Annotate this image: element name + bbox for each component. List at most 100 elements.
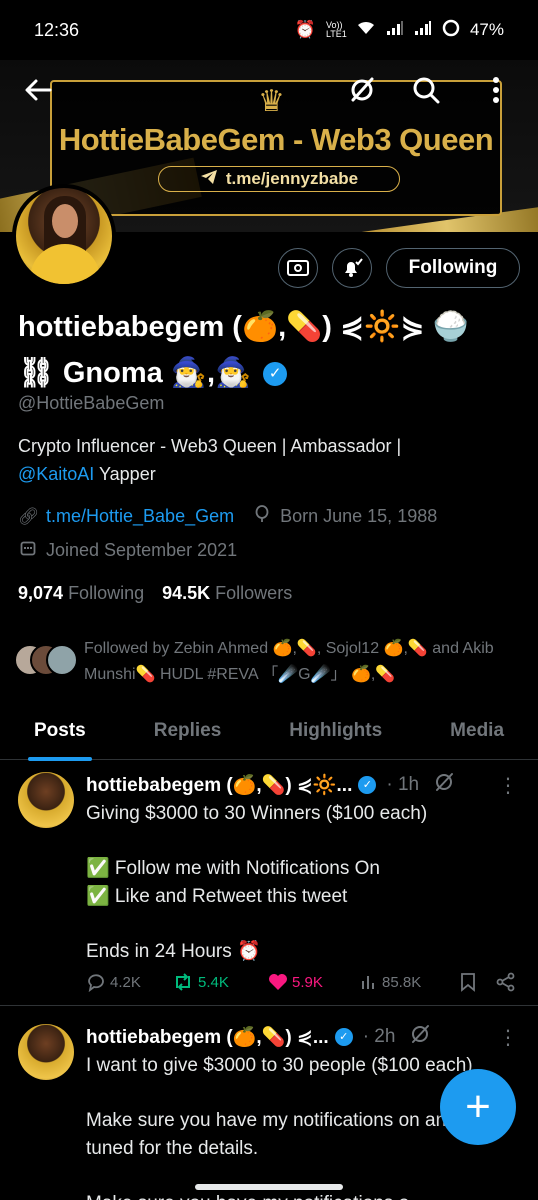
profile-tabs: Posts Replies Highlights Media xyxy=(0,708,538,760)
follow-counts: 9,074 Following 94.5K Followers xyxy=(18,583,292,604)
following-count: 9,074 xyxy=(18,583,64,603)
views-count: 85.8K xyxy=(382,973,422,991)
banner-telegram-pill: t.me/jennyzbabe xyxy=(158,166,400,192)
profile-link[interactable]: t.me/Hottie_Babe_Gem xyxy=(46,506,234,527)
signal-icon xyxy=(386,20,404,41)
tab-replies[interactable]: Replies xyxy=(120,708,256,759)
profile-born: Born June 15, 1988 xyxy=(280,506,438,526)
reply-button[interactable]: 4.2K xyxy=(86,972,172,992)
alarm-icon: ⏰ xyxy=(294,20,316,39)
battery-percent: 47% xyxy=(469,20,504,39)
avatar xyxy=(46,644,78,676)
telegram-icon xyxy=(200,169,218,190)
tweet-header: hottiebabegem (🍊,💊) ⋞🔆... ✓ · 1h ⋮ xyxy=(86,770,526,800)
following-button[interactable]: Following xyxy=(386,248,520,288)
bio-mention-link[interactable]: @KaitoAI xyxy=(18,464,94,484)
tweet-author-name[interactable]: hottiebabegem (🍊,💊) ⋞... xyxy=(86,1025,329,1049)
bell-check-icon xyxy=(345,258,363,277)
tweet-text: Giving $3000 to 30 Winners ($100 each) ✅… xyxy=(86,803,428,962)
heart-icon xyxy=(269,974,287,990)
followers-label: Followers xyxy=(215,583,293,603)
profile-joined: Joined September 2021 xyxy=(46,540,238,560)
profile-avatar[interactable] xyxy=(12,184,116,288)
followers-count: 94.5K xyxy=(162,583,211,603)
retweet-button[interactable]: 5.4K xyxy=(172,973,268,991)
plus-icon: + xyxy=(465,1082,491,1131)
bio-suffix: Yapper xyxy=(94,464,156,484)
status-icons: ⏰ Vo)) LTE1 47% xyxy=(295,19,504,42)
search-icon xyxy=(413,77,440,104)
reply-count: 4.2K xyxy=(110,973,141,991)
views-button[interactable]: 85.8K xyxy=(360,973,460,991)
grok-icon[interactable] xyxy=(409,1023,431,1051)
notifications-button[interactable] xyxy=(332,248,372,288)
status-time: 12:36 xyxy=(34,19,80,40)
followers-count-link[interactable]: 94.5K Followers xyxy=(162,583,292,604)
profile-handle: @HottieBabeGem xyxy=(18,393,165,413)
tab-media[interactable]: Media xyxy=(416,708,538,759)
signal-icon-2 xyxy=(414,20,432,41)
profile-meta-row-2: Joined September 2021 xyxy=(18,540,237,561)
verified-badge-icon: ✓ xyxy=(263,362,288,387)
tab-posts[interactable]: Posts xyxy=(0,708,120,759)
profile-meta-row: 🔗︎ t.me/Hottie_Babe_Gem Born June 15, 19… xyxy=(18,505,437,528)
followed-by[interactable]: Followed by Zebin Ahmed 🍊,💊, Sojol12 🍊,💊… xyxy=(14,636,524,690)
profile-name-line2: ⛓ Gnoma 🧙‍♂️,🧙‍♂️ xyxy=(18,357,252,389)
grok-icon[interactable] xyxy=(433,771,455,799)
crown-icon: ♛ xyxy=(258,85,285,118)
retweet-count: 5.4K xyxy=(198,973,229,991)
like-button[interactable]: 5.9K xyxy=(268,973,360,991)
home-indicator[interactable] xyxy=(195,1184,343,1190)
search-button[interactable] xyxy=(406,70,446,110)
share-button[interactable] xyxy=(496,972,526,992)
following-label: Following xyxy=(68,583,145,603)
verified-badge-icon: ✓ xyxy=(334,1028,353,1046)
grok-icon xyxy=(351,77,374,102)
balloon-icon xyxy=(252,505,272,528)
arrow-left-icon xyxy=(25,79,52,101)
share-icon xyxy=(496,972,515,992)
calendar-icon xyxy=(18,540,38,561)
avatar-dress xyxy=(30,244,100,284)
tweet-more-icon[interactable]: ⋮ xyxy=(498,773,526,798)
tweet-time: · 1h xyxy=(386,774,420,795)
money-icon xyxy=(287,260,309,276)
following-count-link[interactable]: 9,074 Following xyxy=(18,583,144,604)
tweet-more-icon[interactable]: ⋮ xyxy=(498,1025,526,1050)
tweet-time: · 2h xyxy=(362,1026,396,1047)
status-bar: 12:36 ⏰ Vo)) LTE1 47% xyxy=(0,0,538,60)
profile-name-line1: hottiebabegem (🍊,💊) ⋞🔆⋟ 🍚 xyxy=(18,311,469,343)
wifi-icon xyxy=(356,20,376,41)
verified-badge-icon: ✓ xyxy=(358,776,377,794)
tab-highlights[interactable]: Highlights xyxy=(255,708,416,759)
back-button[interactable] xyxy=(18,70,58,110)
reply-icon xyxy=(88,974,104,992)
bio-text: Crypto Influencer - Web3 Queen | Ambassa… xyxy=(18,436,402,456)
more-button[interactable] xyxy=(476,70,516,110)
tweet-header: hottiebabegem (🍊,💊) ⋞... ✓ · 2h ⋮ xyxy=(86,1022,526,1052)
banner-telegram-link: t.me/jennyzbabe xyxy=(225,169,359,188)
bookmark-icon xyxy=(461,973,475,992)
avatar[interactable] xyxy=(18,772,74,828)
avatar-face xyxy=(52,204,78,238)
tweet-author-name[interactable]: hottiebabegem (🍊,💊) ⋞🔆... xyxy=(86,773,352,797)
retweet-icon xyxy=(176,973,190,991)
followed-by-text: Followed by Zebin Ahmed 🍊,💊, Sojol12 🍊,💊… xyxy=(84,640,494,683)
tweet[interactable]: hottiebabegem (🍊,💊) ⋞🔆... ✓ · 1h ⋮ Givin… xyxy=(0,762,538,1006)
like-count: 5.9K xyxy=(292,973,323,991)
banner-title: HottieBabeGem - Web3 Queen xyxy=(58,122,494,157)
battery-icon xyxy=(442,19,460,42)
subscriptions-button[interactable] xyxy=(278,248,318,288)
profile-name: hottiebabegem (🍊,💊) ⋞🔆⋟ 🍚 ⛓ Gnoma 🧙‍♂️,🧙… xyxy=(18,304,518,396)
avatar[interactable] xyxy=(18,1024,74,1080)
compose-button[interactable]: + xyxy=(440,1069,516,1145)
grok-button[interactable] xyxy=(342,70,382,110)
link-icon: 🔗︎ xyxy=(18,506,40,526)
followed-by-avatars xyxy=(14,644,78,678)
more-vertical-icon xyxy=(493,77,499,103)
network-label: Vo)) LTE1 xyxy=(325,20,347,39)
tweet-actions: 4.2K 5.4K 5.9K 85.8K xyxy=(86,972,526,992)
profile-bio: Crypto Influencer - Web3 Queen | Ambassa… xyxy=(18,432,518,488)
bookmark-button[interactable] xyxy=(460,972,496,992)
views-icon xyxy=(362,976,374,989)
